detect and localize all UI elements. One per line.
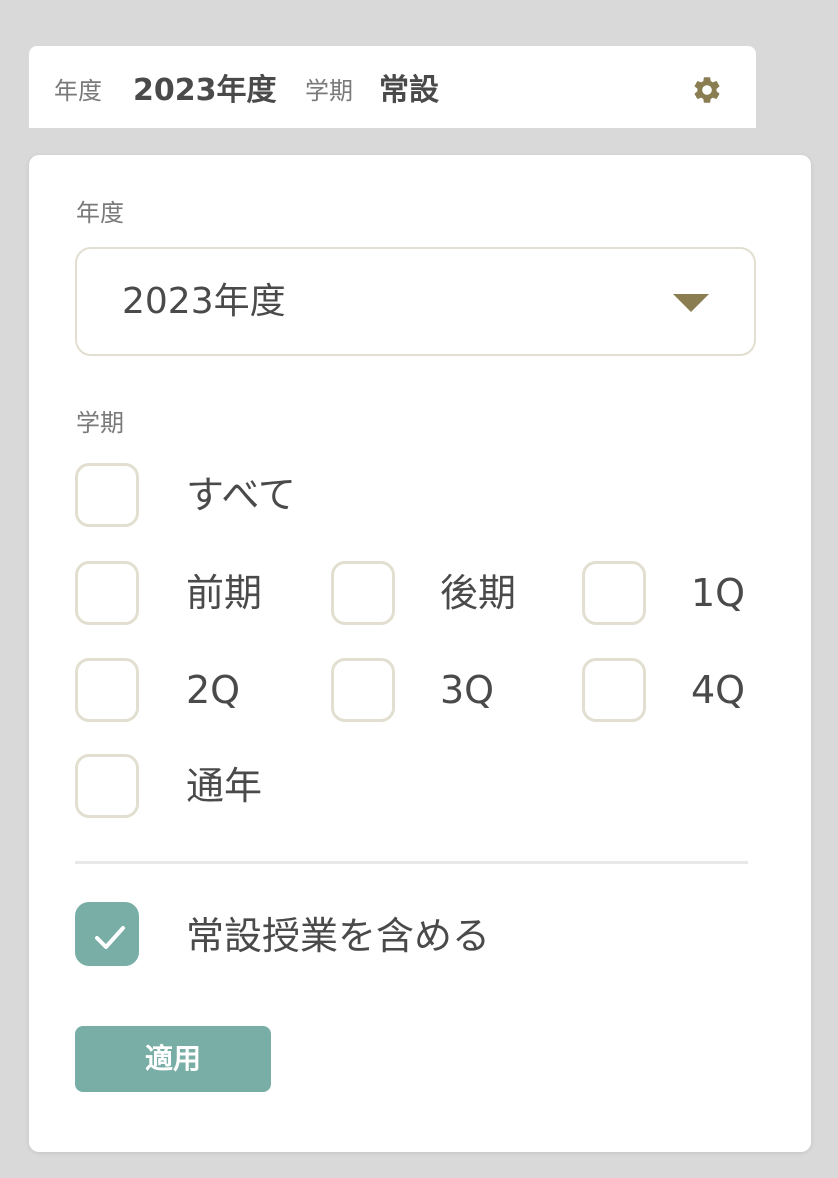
- chevron-down-icon: [673, 294, 709, 312]
- summary-term-label: 学期: [305, 77, 353, 105]
- include-permanent-label[interactable]: 常設授業を含める: [186, 904, 490, 968]
- term-checkbox-second-half[interactable]: [331, 561, 395, 625]
- summary-term-value: 常設: [379, 73, 439, 108]
- divider: [75, 861, 748, 864]
- term-checkbox-first-half[interactable]: [75, 561, 139, 625]
- term-checkbox-2q[interactable]: [75, 658, 139, 722]
- term-checkbox-1q[interactable]: [582, 561, 646, 625]
- term-label-2q[interactable]: 2Q: [186, 658, 240, 722]
- gear-icon[interactable]: [691, 74, 723, 106]
- term-checkbox-4q[interactable]: [582, 658, 646, 722]
- year-section-label: 年度: [76, 199, 124, 227]
- summary-bar: 年度 2023年度 学期 常設: [29, 46, 756, 128]
- term-label-4q[interactable]: 4Q: [691, 658, 745, 722]
- term-label-1q[interactable]: 1Q: [691, 561, 745, 625]
- summary-year-value: 2023年度: [133, 73, 277, 108]
- term-label-3q[interactable]: 3Q: [440, 658, 494, 722]
- term-checkbox-3q[interactable]: [331, 658, 395, 722]
- year-select-value: 2023年度: [122, 281, 286, 322]
- term-checkbox-all[interactable]: [75, 463, 139, 527]
- include-permanent-checkbox[interactable]: [75, 902, 139, 966]
- year-select[interactable]: 2023年度: [75, 247, 756, 356]
- term-label-full-year[interactable]: 通年: [186, 754, 262, 818]
- term-checkbox-full-year[interactable]: [75, 754, 139, 818]
- summary-year-label: 年度: [54, 77, 102, 105]
- term-label-first-half[interactable]: 前期: [186, 561, 262, 625]
- term-section-label: 学期: [76, 409, 124, 437]
- term-label-all[interactable]: すべて: [186, 463, 296, 527]
- term-label-second-half[interactable]: 後期: [440, 561, 516, 625]
- check-icon: [95, 926, 125, 949]
- filter-panel: 年度 2023年度 学期 すべて 前期 後期 1Q 2Q 3Q 4Q 通年 常設…: [29, 155, 811, 1152]
- apply-button[interactable]: 適用: [75, 1026, 271, 1092]
